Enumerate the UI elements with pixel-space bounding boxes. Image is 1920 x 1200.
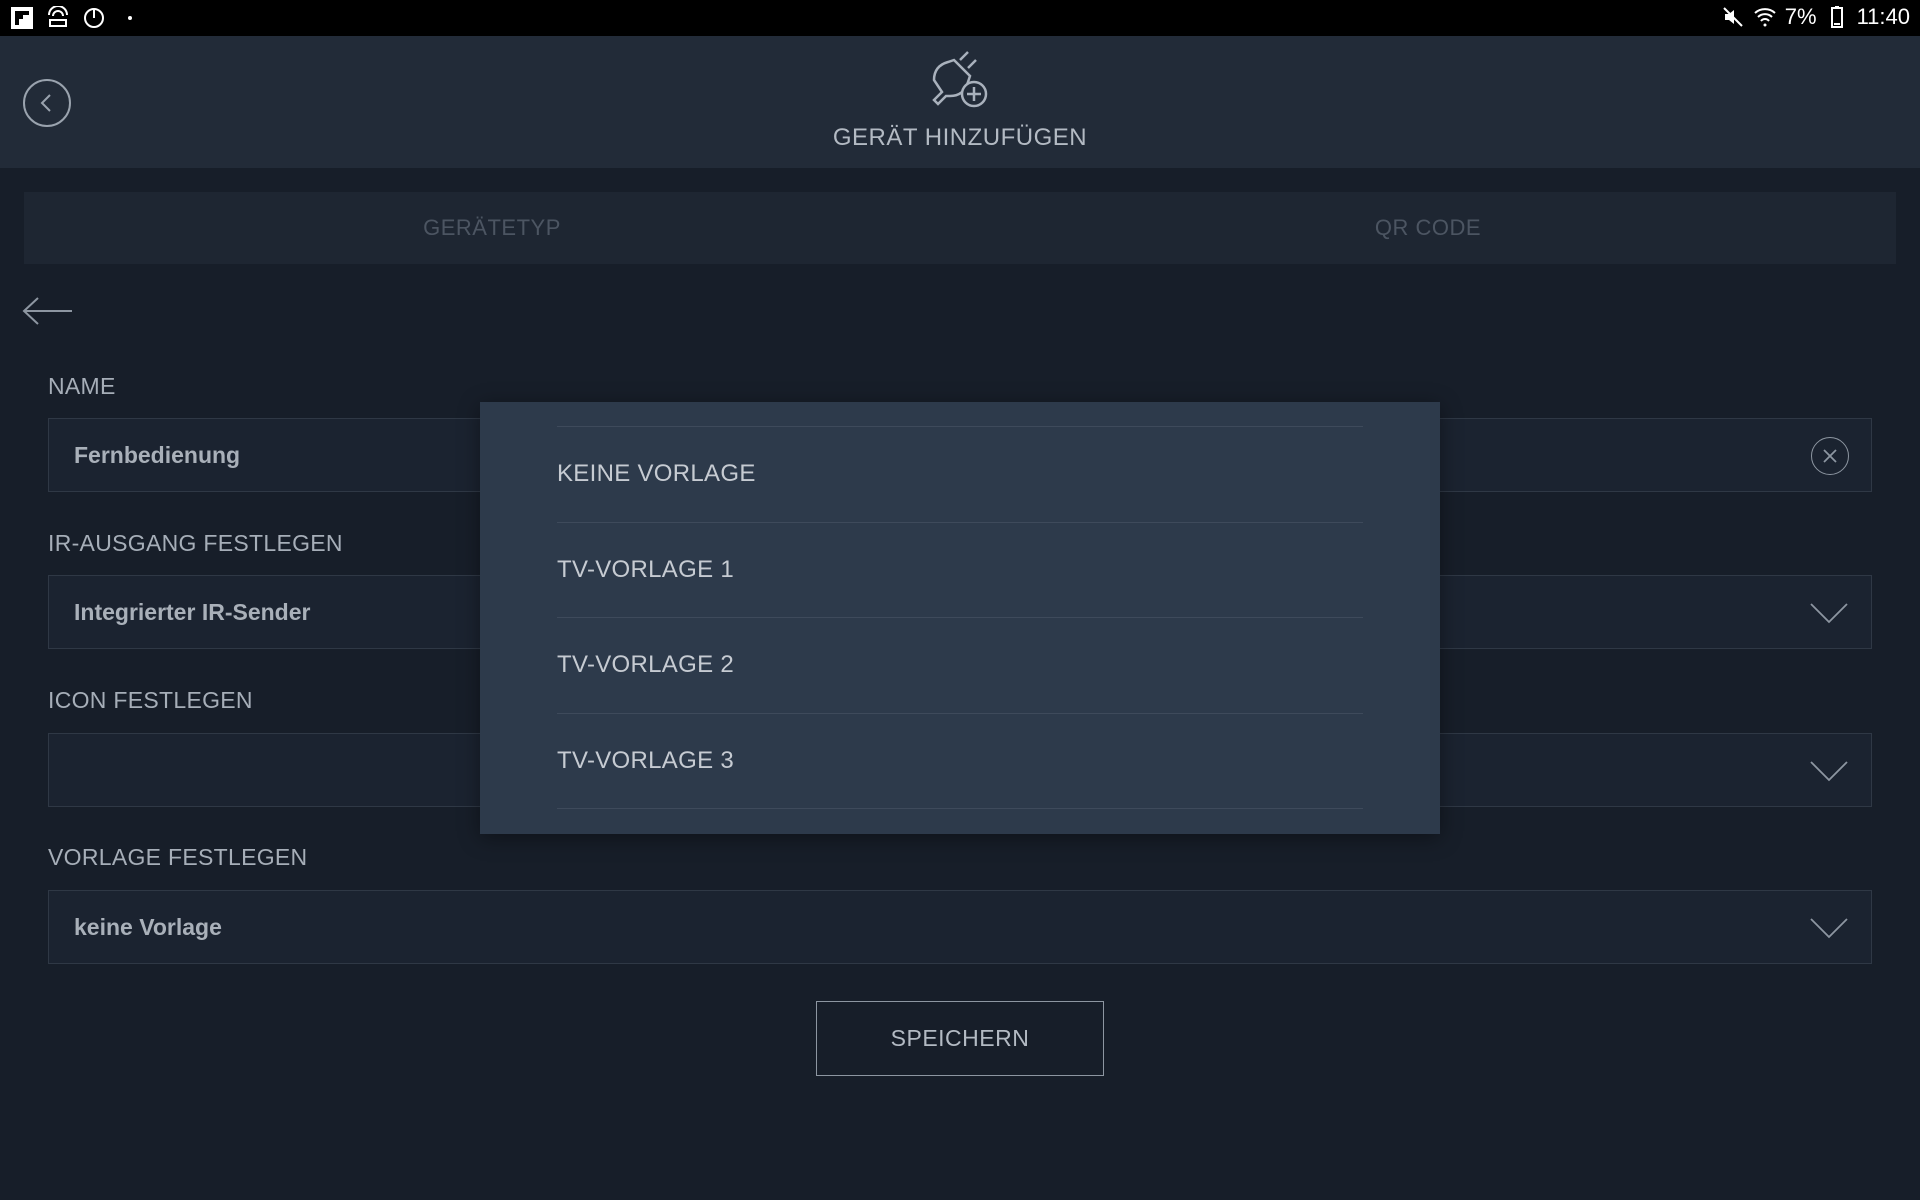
screen-mirror-icon xyxy=(48,6,68,27)
wifi-icon xyxy=(1754,8,1776,27)
clear-button[interactable] xyxy=(1811,437,1849,475)
save-button[interactable]: SPEICHERN xyxy=(816,1001,1104,1076)
flipboard-icon xyxy=(11,7,33,29)
chevron-down-icon xyxy=(1810,918,1848,939)
close-icon xyxy=(1823,449,1837,463)
template-label: VORLAGE FESTLEGEN xyxy=(48,844,308,870)
option-keine-vorlage[interactable]: KEINE VORLAGE xyxy=(557,427,1363,523)
sync-icon xyxy=(84,8,104,28)
name-label: NAME xyxy=(48,373,116,399)
option-tv-vorlage-3[interactable]: TV-VORLAGE 3 xyxy=(557,714,1363,809)
tab-qr-code[interactable]: QR CODE xyxy=(960,192,1896,264)
icon-label: ICON FESTLEGEN xyxy=(48,687,253,713)
clock: 11:40 xyxy=(1856,4,1910,29)
page-title: GERÄT HINZUFÜGEN xyxy=(832,124,1088,151)
option-tv-vorlage-1[interactable]: TV-VORLAGE 1 xyxy=(557,523,1363,618)
dot-icon xyxy=(128,16,132,20)
tab-geraetetyp[interactable]: GERÄTETYP xyxy=(24,192,960,264)
tab-bar: GERÄTETYP QR CODE xyxy=(24,192,1896,264)
name-value: Fernbedienung xyxy=(74,441,241,468)
option-tv-vorlage-2[interactable]: TV-VORLAGE 2 xyxy=(557,618,1363,714)
battery-percent: 7% xyxy=(1784,4,1817,29)
back-button[interactable] xyxy=(23,79,71,127)
template-select[interactable]: keine Vorlage xyxy=(48,890,1872,964)
ir-output-label: IR-AUSGANG FESTLEGEN xyxy=(48,530,343,556)
status-bar: 7% 11:40 xyxy=(0,0,1920,36)
template-dropdown-dialog: KEINE VORLAGE TV-VORLAGE 1 TV-VORLAGE 2 … xyxy=(480,402,1440,834)
plug-add-icon xyxy=(932,51,988,108)
app-header: GERÄT HINZUFÜGEN xyxy=(0,36,1920,168)
template-value: keine Vorlage xyxy=(74,913,222,940)
chevron-left-icon xyxy=(40,94,51,112)
battery-icon xyxy=(1830,6,1843,28)
chevron-down-icon xyxy=(1810,603,1848,624)
mute-icon xyxy=(1723,7,1743,27)
ir-output-value: Integrierter IR-Sender xyxy=(74,598,311,625)
template-options-list: KEINE VORLAGE TV-VORLAGE 1 TV-VORLAGE 2 … xyxy=(557,426,1363,809)
arrow-left-icon[interactable] xyxy=(22,296,74,326)
chevron-down-icon xyxy=(1810,761,1848,782)
